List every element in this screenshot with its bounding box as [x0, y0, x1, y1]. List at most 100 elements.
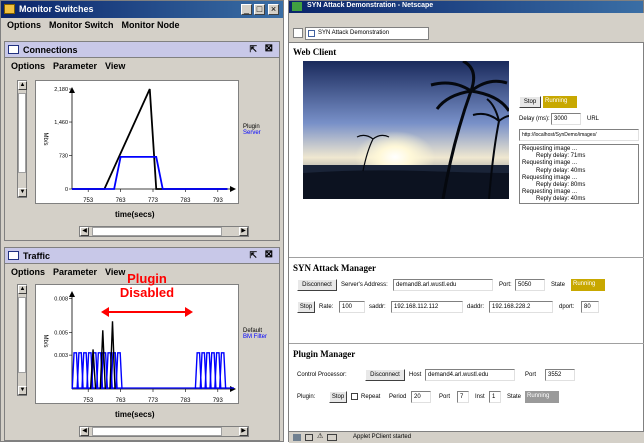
web-client-log: Requesting image ... Reply delay: 71ms R…: [519, 144, 639, 204]
bm-filter-peak: [218, 352, 227, 390]
tab-label: SYN Attack Demonstration: [318, 30, 390, 36]
plugin-port-label: Port: [525, 372, 537, 378]
url-label: URL: [587, 116, 600, 122]
scroll-up-icon[interactable]: ▲: [18, 285, 27, 294]
scroll-thumb[interactable]: [92, 227, 222, 236]
vertical-scrollbar[interactable]: ▲ ▼: [17, 80, 27, 198]
menu-parameter[interactable]: Parameter: [53, 61, 97, 72]
scroll-up-icon[interactable]: ▲: [18, 81, 27, 90]
menu-monitor-node[interactable]: Monitor Node: [122, 20, 180, 31]
connections-panel: Connections ⇱ ⊠ Options Parameter View ▲…: [4, 41, 280, 241]
log-line: Reply delay: 80ms: [536, 182, 586, 189]
legend-bm-filter: BM Filter: [243, 334, 267, 340]
syn-port-label: Port:: [499, 282, 512, 288]
delay-label: Delay (ms):: [519, 116, 550, 122]
scroll-thumb[interactable]: [92, 427, 222, 436]
log-line: Reply delay: 71ms: [536, 153, 586, 160]
y-axis-label: Mb/s: [42, 334, 48, 347]
syn-disconnect-button[interactable]: Disconnect: [297, 279, 337, 291]
web-client-stop-button[interactable]: Stop: [519, 96, 541, 108]
bm-filter-peak: [115, 352, 123, 390]
y-axis-arrow: [69, 291, 75, 297]
maximize-button[interactable]: □: [254, 4, 265, 15]
page-icon: [308, 30, 315, 37]
delay-input[interactable]: 3000: [551, 113, 581, 125]
rate-input[interactable]: 100: [339, 301, 365, 313]
dport-input[interactable]: 80: [581, 301, 599, 313]
traffic-titlebar[interactable]: Traffic ⇱ ⊠: [5, 248, 279, 264]
scroll-left-icon[interactable]: ◀: [80, 427, 89, 436]
plugin-port-input[interactable]: 3552: [545, 369, 575, 381]
menu-options[interactable]: Options: [7, 20, 41, 31]
inst-input[interactable]: 1: [489, 391, 501, 403]
close-icon[interactable]: ⊠: [265, 249, 273, 260]
host-input[interactable]: demand4.arl.wustl.edu: [425, 369, 515, 381]
daddr-label: daddr:: [467, 304, 485, 310]
scroll-thumb[interactable]: [18, 297, 26, 373]
horizontal-scrollbar[interactable]: ◀ ▶: [79, 226, 249, 237]
monitor-menubar: Options Monitor Switch Monitor Node: [1, 18, 283, 33]
x-tick-label: 793: [213, 198, 224, 204]
annotation-line2: Disabled: [119, 285, 175, 300]
scroll-left-icon[interactable]: ◀: [80, 227, 89, 236]
log-line: Requesting image ...: [522, 174, 578, 181]
menu-options[interactable]: Options: [11, 61, 45, 72]
y-tick-label: 0.008: [54, 297, 68, 303]
menu-view[interactable]: View: [105, 61, 125, 72]
series-line-server: [72, 155, 228, 190]
syn-stop-button[interactable]: Stop: [297, 301, 315, 313]
security-icon[interactable]: [293, 434, 301, 441]
tab-nav-icon[interactable]: [293, 28, 303, 38]
menu-monitor-switch[interactable]: Monitor Switch: [49, 20, 114, 31]
web-client-status: Running: [543, 96, 577, 108]
horizontal-scrollbar[interactable]: ◀ ▶: [79, 426, 249, 437]
monitor-window: Monitor Switches _ □ × Options Monitor S…: [0, 0, 284, 442]
saddr-input[interactable]: 192.168.112.112: [391, 301, 463, 313]
syn-port-input[interactable]: 5050: [515, 279, 545, 291]
plugin-disconnect-button[interactable]: Disconnect: [365, 369, 405, 381]
log-line: Requesting image ...: [522, 189, 578, 196]
connections-xlabel: time(secs): [115, 210, 155, 219]
x-tick-label: 753: [83, 398, 94, 404]
monitor-title: Monitor Switches: [19, 4, 94, 14]
scroll-down-icon[interactable]: ▼: [18, 386, 27, 395]
restore-icon[interactable]: ⇱: [249, 250, 257, 261]
web-client-heading: Web Client: [293, 47, 337, 57]
browser-window: SYN Attack Demonstration - Netscape SYN …: [288, 0, 644, 443]
server-address-input[interactable]: demand8.arl.wustl.edu: [393, 279, 493, 291]
tab-syn-attack[interactable]: SYN Attack Demonstration: [305, 27, 429, 40]
minimize-button[interactable]: _: [241, 4, 252, 15]
axes: 753 763 773 783 793 2,180 1,460 730 0 Mb/s: [42, 87, 236, 204]
browser-title: SYN Attack Demonstration - Netscape: [307, 2, 434, 9]
scroll-down-icon[interactable]: ▼: [18, 188, 27, 197]
restore-icon[interactable]: ⇱: [249, 44, 257, 55]
plugin-state-label: State: [507, 394, 522, 400]
y-tick-label: 0.003: [54, 353, 68, 359]
alert-icon[interactable]: ⚠: [317, 432, 323, 440]
period-input[interactable]: 20: [411, 391, 431, 403]
traffic-xlabel: time(secs): [115, 410, 155, 419]
close-icon[interactable]: ⊠: [265, 43, 273, 54]
scroll-right-icon[interactable]: ▶: [239, 227, 248, 236]
menu-parameter[interactable]: Parameter: [53, 267, 97, 278]
scroll-thumb[interactable]: [18, 93, 26, 173]
repeat-checkbox[interactable]: [351, 393, 358, 400]
syn-state-value: Running: [571, 279, 605, 291]
tab-bar: SYN Attack Demonstration: [291, 27, 641, 40]
connections-titlebar[interactable]: Connections ⇱ ⊠: [5, 42, 279, 58]
plugin-port2-input[interactable]: 7: [457, 391, 469, 403]
traffic-chart: 753 763 773 783 793 0.008 0.005 0.003 Mb/s: [42, 291, 236, 404]
composer-icon[interactable]: [327, 434, 337, 441]
url-input[interactable]: http://localhost/SynDemo/images/: [519, 129, 639, 141]
menu-options[interactable]: Options: [11, 267, 45, 278]
y-tick-label: 0: [65, 187, 68, 193]
close-button[interactable]: ×: [268, 4, 279, 15]
scroll-right-icon[interactable]: ▶: [239, 427, 248, 436]
x-tick-label: 783: [180, 198, 191, 204]
mail-icon[interactable]: [305, 434, 313, 441]
plugin-stop-button[interactable]: Stop: [329, 391, 347, 403]
daddr-input[interactable]: 192.168.228.2: [489, 301, 553, 313]
browser-titlebar[interactable]: SYN Attack Demonstration - Netscape: [289, 1, 643, 13]
vertical-scrollbar[interactable]: ▲ ▼: [17, 284, 27, 396]
netscape-icon: [292, 2, 302, 11]
